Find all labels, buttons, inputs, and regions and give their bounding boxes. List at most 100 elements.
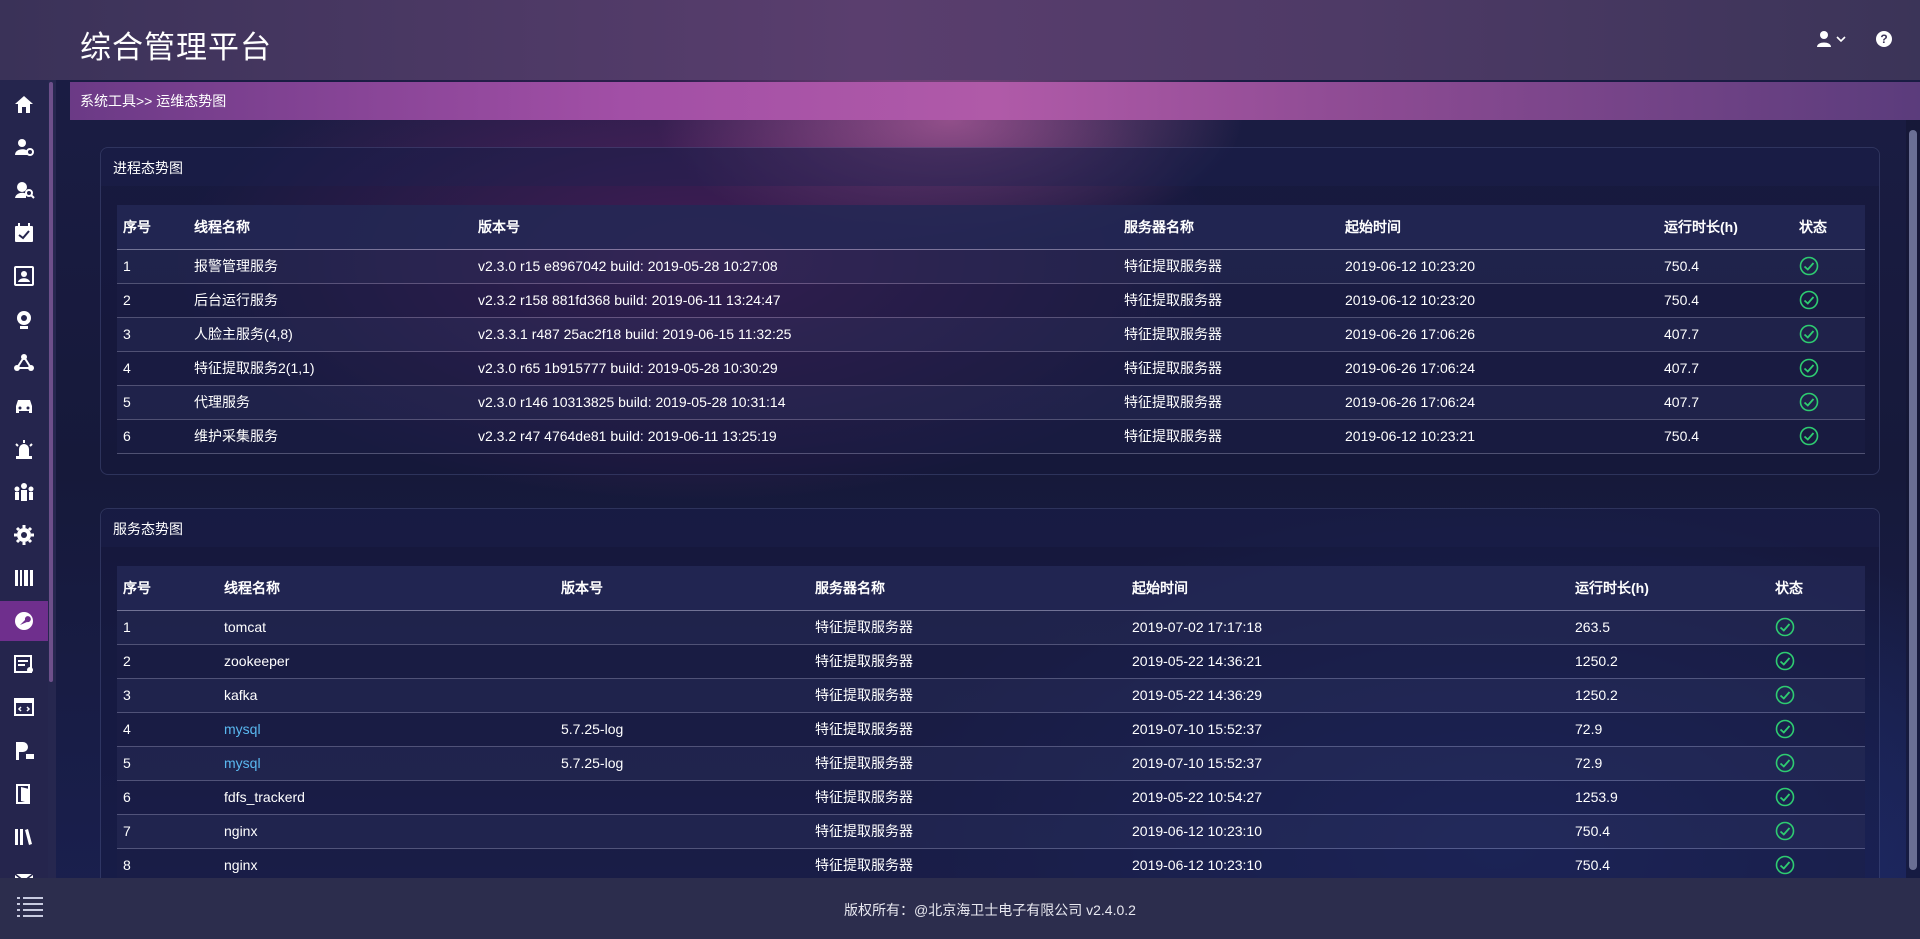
cell-thread-name: 人脸主服务(4,8)	[188, 317, 472, 352]
cell-thread-name: 报警管理服务	[188, 249, 472, 284]
cell-start-time: 2019-06-12 10:23:10	[1126, 848, 1569, 883]
cell-thread-name: 后台运行服务	[188, 283, 472, 318]
cell-uptime: 750.4	[1658, 283, 1793, 318]
page-scroll-thumb[interactable]	[1909, 130, 1917, 870]
column-header-index: 序号	[117, 205, 188, 250]
cell-index: 3	[117, 678, 218, 713]
cell-status	[1769, 712, 1865, 747]
cell-status	[1793, 283, 1865, 318]
cell-server-name: 特征提取服务器	[1118, 351, 1339, 386]
sidebar-item-alarm[interactable]	[0, 429, 48, 469]
cell-uptime: 72.9	[1569, 712, 1769, 747]
cell-index: 1	[117, 610, 218, 645]
column-header-status: 状态	[1769, 566, 1865, 611]
cell-version	[555, 644, 809, 679]
table-row: 2 zookeeper 特征提取服务器 2019-05-22 14:36:21 1250…	[117, 644, 1865, 679]
cell-uptime: 750.4	[1569, 848, 1769, 883]
cell-start-time: 2019-06-12 10:23:21	[1339, 419, 1658, 454]
table-header-row: 序号 线程名称 版本号 服务器名称 起始时间 运行时长(h) 状态	[117, 566, 1865, 611]
parking-icon	[16, 742, 34, 760]
footer: 版权所有：@北京海卫士电子有限公司 v2.4.0.2	[0, 878, 1920, 939]
cell-thread-name: fdfs_trackerd	[218, 780, 555, 815]
cell-uptime: 1253.9	[1569, 780, 1769, 815]
sidebar-item-webcam[interactable]	[0, 300, 48, 340]
cell-uptime: 1250.2	[1569, 644, 1769, 679]
sidebar	[0, 80, 48, 887]
cell-status	[1769, 814, 1865, 849]
sidebar-item-car[interactable]	[0, 386, 48, 426]
sidebar-scroll-thumb[interactable]	[49, 82, 53, 682]
cell-index: 7	[117, 814, 218, 849]
cell-version: 5.7.25-log	[555, 712, 809, 747]
breadcrumb: 系统工具>> 运维态势图	[70, 82, 1920, 120]
cell-thread-name: 维护采集服务	[188, 419, 472, 454]
cell-server-name: 特征提取服务器	[1118, 283, 1339, 318]
cell-index: 8	[117, 848, 218, 883]
alarm-icon	[15, 440, 33, 459]
cell-status	[1793, 385, 1865, 420]
user-menu-button[interactable]	[1816, 28, 1852, 50]
cell-thread-name[interactable]: mysql	[218, 746, 555, 781]
cell-start-time: 2019-05-22 14:36:21	[1126, 644, 1569, 679]
cell-index: 2	[117, 644, 218, 679]
sidebar-item-log[interactable]	[0, 644, 48, 684]
check-circle-icon	[1799, 392, 1819, 412]
group-icon	[14, 483, 34, 501]
cell-start-time: 2019-06-26 17:06:24	[1339, 385, 1658, 420]
cell-start-time: 2019-06-26 17:06:26	[1339, 317, 1658, 352]
cell-status	[1769, 780, 1865, 815]
cell-thread-name[interactable]: mysql	[218, 712, 555, 747]
cell-uptime: 407.7	[1658, 351, 1793, 386]
cell-thread-name: nginx	[218, 814, 555, 849]
wrench-icon	[15, 612, 33, 630]
cell-uptime: 750.4	[1658, 419, 1793, 454]
library-icon	[15, 829, 32, 845]
cell-status	[1769, 848, 1865, 883]
panel-header	[101, 509, 1879, 547]
column-header-uptime: 运行时长(h)	[1569, 566, 1769, 611]
help-icon[interactable]: ?	[1876, 31, 1892, 47]
sidebar-item-group[interactable]	[0, 472, 48, 512]
sidebar-item-home[interactable]	[0, 84, 48, 124]
sidebar-scrollbar[interactable]	[48, 80, 56, 878]
check-circle-icon	[1799, 256, 1819, 276]
column-header-thread-name: 线程名称	[188, 205, 472, 250]
log-icon	[14, 655, 33, 673]
table-row: 6 维护采集服务 v2.3.2 r47 4764de81 build: 2019-0…	[117, 419, 1865, 454]
sidebar-item-wrench[interactable]	[0, 601, 48, 641]
cell-status	[1769, 678, 1865, 713]
sidebar-item-gear[interactable]	[0, 515, 48, 555]
check-circle-icon	[1799, 290, 1819, 310]
sidebar-item-parking[interactable]	[0, 731, 48, 771]
sidebar-item-calendar-check[interactable]	[0, 213, 48, 253]
cell-version	[555, 848, 809, 883]
cell-status	[1793, 419, 1865, 454]
cell-thread-name: kafka	[218, 678, 555, 713]
cell-thread-name: zookeeper	[218, 644, 555, 679]
sidebar-item-user-settings[interactable]	[0, 127, 48, 167]
column-header-status: 状态	[1793, 205, 1865, 250]
cell-server-name: 特征提取服务器	[809, 678, 1126, 713]
cell-start-time: 2019-06-12 10:23:20	[1339, 283, 1658, 318]
sidebar-item-network[interactable]	[0, 343, 48, 383]
gear-icon	[14, 525, 34, 545]
sidebar-item-user-search[interactable]	[0, 170, 48, 210]
panel-title: 进程态势图	[113, 160, 183, 176]
check-circle-icon	[1799, 426, 1819, 446]
service-panel: 服务态势图 序号 线程名称 版本号 服务器名称 起始时间 运行时长(h) 状态 1 tomca…	[100, 508, 1880, 888]
cell-index: 6	[117, 780, 218, 815]
cell-server-name: 特征提取服务器	[809, 780, 1126, 815]
page-scrollbar[interactable]	[1906, 120, 1920, 878]
cell-version	[555, 678, 809, 713]
cell-status	[1769, 610, 1865, 645]
sidebar-item-id-card[interactable]	[0, 256, 48, 296]
sidebar-item-door[interactable]	[0, 774, 48, 814]
cell-uptime: 407.7	[1658, 385, 1793, 420]
cell-thread-name: 特征提取服务2(1,1)	[188, 351, 472, 386]
sidebar-item-barcode[interactable]	[0, 558, 48, 598]
cell-version: v2.3.2 r47 4764de81 build: 2019-06-11 13…	[472, 419, 1118, 454]
cell-start-time: 2019-05-22 14:36:29	[1126, 678, 1569, 713]
check-circle-icon	[1775, 685, 1795, 705]
sidebar-item-library[interactable]	[0, 817, 48, 857]
sidebar-item-code-window[interactable]	[0, 687, 48, 727]
